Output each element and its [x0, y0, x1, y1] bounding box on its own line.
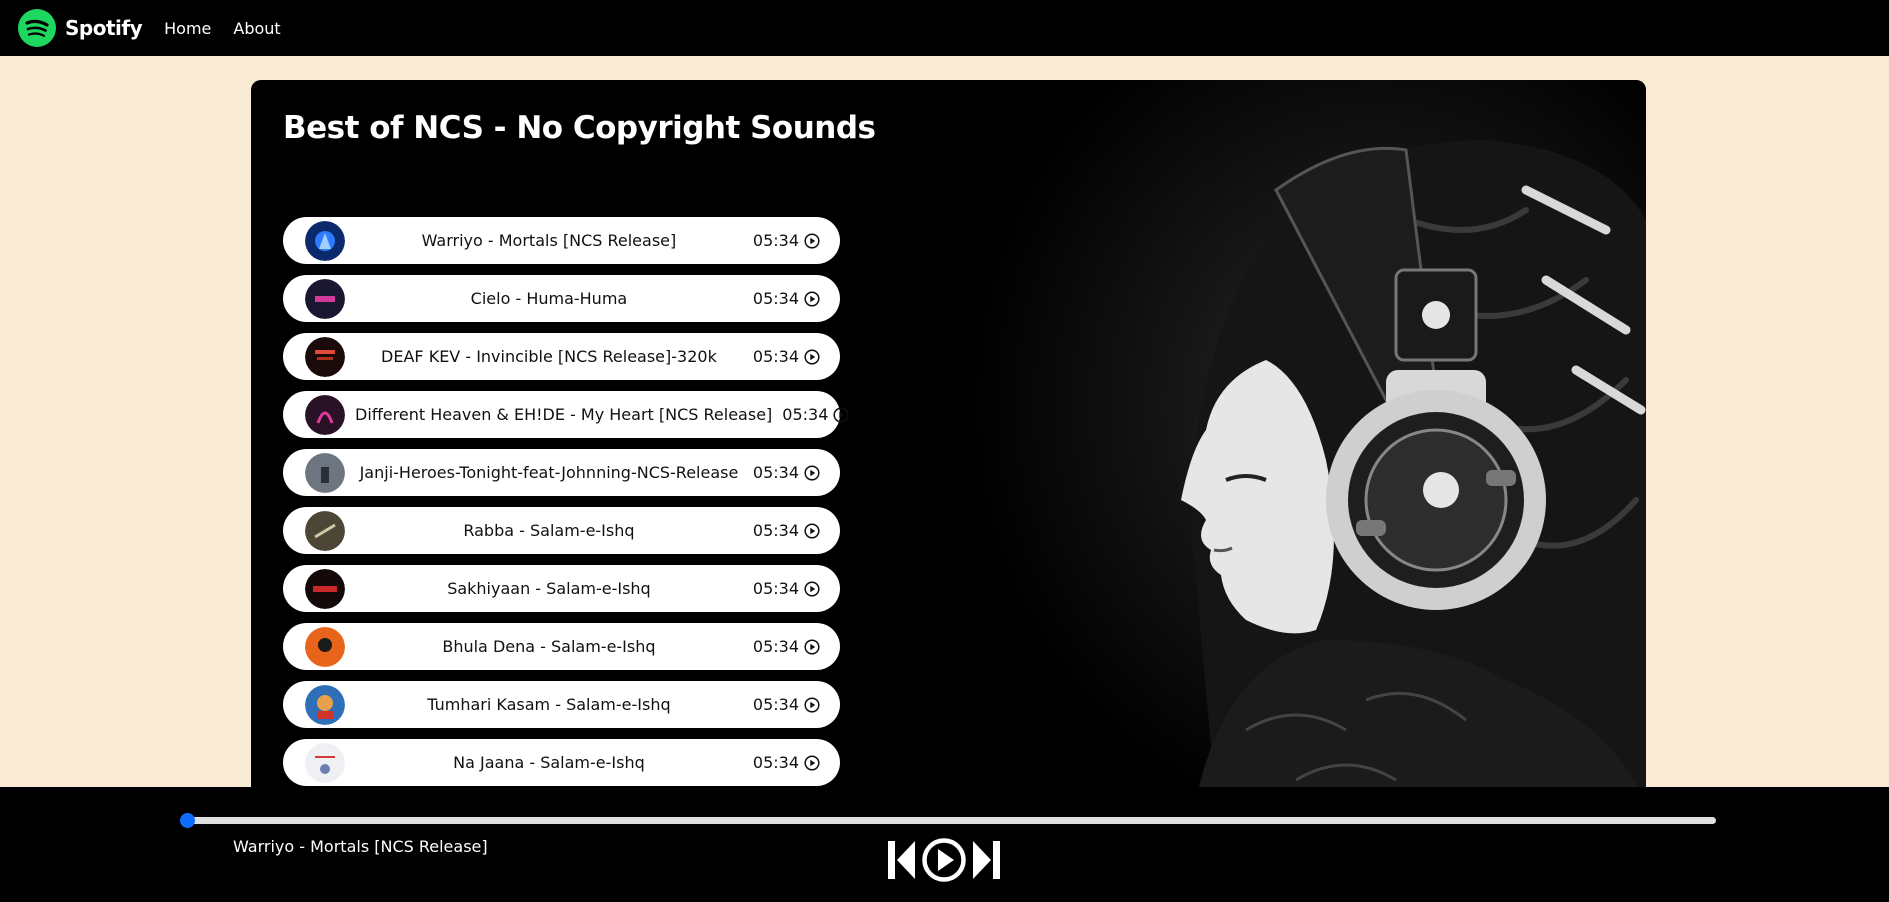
nav-about-link[interactable]: About — [233, 19, 280, 38]
background-photo — [966, 80, 1646, 800]
song-item[interactable]: DEAF KEV - Invincible [NCS Release]-320k… — [283, 333, 840, 380]
song-item[interactable]: Tumhari Kasam - Salam-e-Ishq 05:34 — [283, 681, 840, 728]
song-list: Warriyo - Mortals [NCS Release] 05:34 Ci… — [283, 217, 849, 797]
nav-home-link[interactable]: Home — [164, 19, 211, 38]
song-duration: 05:34 — [752, 637, 799, 656]
song-cover-image — [305, 336, 345, 377]
song-duration: 05:34 — [752, 289, 799, 308]
song-item[interactable]: Sakhiyaan - Salam-e-Ishq 05:34 — [283, 565, 840, 612]
play-circle-icon[interactable] — [804, 580, 820, 597]
play-circle-icon[interactable] — [833, 406, 849, 423]
song-duration: 05:34 — [752, 753, 799, 772]
song-duration-group: 05:34 — [753, 695, 840, 714]
song-cover-image — [305, 568, 345, 609]
song-cover-image — [305, 452, 345, 493]
song-title: Bhula Dena - Salam-e-Ishq — [442, 637, 656, 656]
song-duration: 05:34 — [752, 347, 799, 366]
song-cover-image — [305, 278, 345, 319]
song-duration: 05:34 — [752, 521, 799, 540]
song-duration: 05:34 — [752, 463, 799, 482]
song-duration: 05:34 — [752, 579, 799, 598]
song-cover-image — [305, 684, 345, 725]
song-title: Warriyo - Mortals [NCS Release] — [421, 231, 677, 250]
song-title: Janji-Heroes-Tonight-feat-Johnning-NCS-R… — [359, 463, 739, 482]
song-item[interactable]: Bhula Dena - Salam-e-Ishq 05:34 — [283, 623, 840, 670]
play-circle-icon[interactable] — [804, 522, 820, 539]
progress-slider-thumb[interactable] — [180, 813, 195, 828]
navbar: Spotify Home About — [0, 0, 1889, 56]
playlist-title: Best of NCS - No Copyright Sounds — [283, 110, 876, 146]
playlist-container: Best of NCS - No Copyright Sounds Warriy… — [251, 80, 1646, 800]
playback-controls — [884, 837, 1004, 883]
song-duration-group: 05:34 — [753, 753, 840, 772]
song-duration-group: 05:34 — [753, 347, 840, 366]
song-item[interactable]: Rabba - Salam-e-Ishq 05:34 — [283, 507, 840, 554]
previous-track-icon[interactable] — [884, 838, 918, 882]
song-duration: 05:34 — [752, 695, 799, 714]
play-circle-icon[interactable] — [804, 696, 820, 713]
song-duration-group: 05:34 — [753, 231, 840, 250]
song-duration: 05:34 — [782, 405, 829, 424]
song-item[interactable]: Janji-Heroes-Tonight-feat-Johnning-NCS-R… — [283, 449, 840, 496]
progress-slider[interactable] — [180, 813, 1716, 828]
song-duration-group: 05:34 — [782, 405, 869, 424]
song-title: Different Heaven & EH!DE - My Heart [NCS… — [355, 405, 773, 424]
play-circle-icon[interactable] — [921, 837, 967, 883]
play-circle-icon[interactable] — [804, 754, 820, 771]
song-duration: 05:34 — [752, 231, 799, 250]
song-cover-image — [305, 220, 345, 261]
song-item[interactable]: Different Heaven & EH!DE - My Heart [NCS… — [283, 391, 849, 438]
song-title: Rabba - Salam-e-Ishq — [463, 521, 635, 540]
play-circle-icon[interactable] — [804, 232, 820, 249]
player-bar: Warriyo - Mortals [NCS Release] — [0, 787, 1889, 902]
brand-name: Spotify — [65, 16, 143, 40]
brand[interactable]: Spotify — [18, 9, 143, 47]
song-title: DEAF KEV - Invincible [NCS Release]-320k — [381, 347, 717, 366]
song-duration-group: 05:34 — [753, 579, 840, 598]
song-duration-group: 05:34 — [753, 289, 840, 308]
song-duration-group: 05:34 — [753, 521, 840, 540]
play-circle-icon[interactable] — [804, 464, 820, 481]
spotify-logo-icon — [18, 9, 56, 47]
song-title: Na Jaana - Salam-e-Ishq — [453, 753, 645, 772]
song-cover-image — [305, 394, 345, 435]
song-title: Cielo - Huma-Huma — [470, 289, 628, 308]
song-cover-image — [305, 510, 345, 551]
song-item[interactable]: Cielo - Huma-Huma 05:34 — [283, 275, 840, 322]
song-cover-image — [305, 626, 345, 667]
song-title: Tumhari Kasam - Salam-e-Ishq — [427, 695, 671, 714]
song-duration-group: 05:34 — [753, 463, 840, 482]
song-item[interactable]: Warriyo - Mortals [NCS Release] 05:34 — [283, 217, 840, 264]
play-circle-icon[interactable] — [804, 638, 820, 655]
next-track-icon[interactable] — [970, 838, 1004, 882]
song-title: Sakhiyaan - Salam-e-Ishq — [447, 579, 651, 598]
song-cover-image — [305, 742, 345, 783]
song-duration-group: 05:34 — [753, 637, 840, 656]
song-item[interactable]: Na Jaana - Salam-e-Ishq 05:34 — [283, 739, 840, 786]
play-circle-icon[interactable] — [804, 348, 820, 365]
now-playing-title: Warriyo - Mortals [NCS Release] — [233, 837, 488, 856]
play-circle-icon[interactable] — [804, 290, 820, 307]
